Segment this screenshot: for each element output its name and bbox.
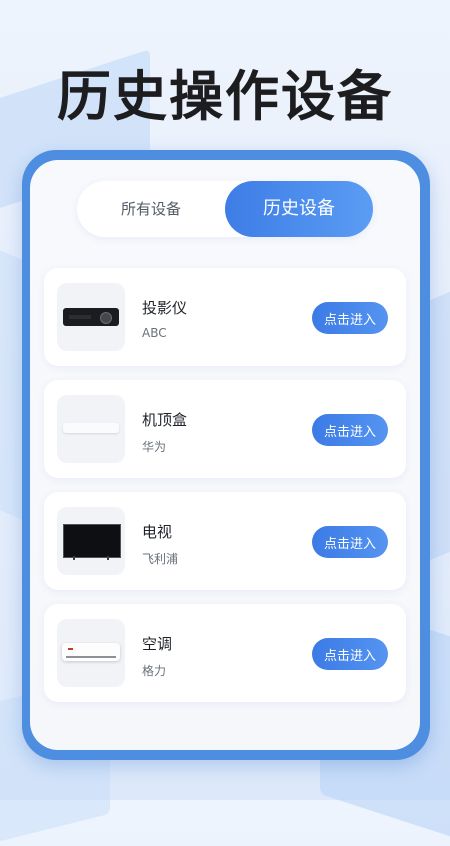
device-name: 空调 <box>142 635 173 653</box>
enter-button[interactable]: 点击进入 <box>312 638 388 670</box>
device-card[interactable]: 电视 飞利浦 点击进入 <box>44 492 406 590</box>
device-card[interactable]: 空调 格力 点击进入 <box>44 604 406 702</box>
tab-history-devices[interactable]: 历史设备 <box>225 181 373 237</box>
tab-all-devices[interactable]: 所有设备 <box>77 181 225 237</box>
enter-button[interactable]: 点击进入 <box>312 414 388 446</box>
device-name: 机顶盒 <box>142 411 188 429</box>
device-brand: 格力 <box>142 664 167 678</box>
projector-icon <box>57 283 125 351</box>
device-brand: 华为 <box>142 440 167 454</box>
set-top-box-icon <box>57 395 125 463</box>
enter-button[interactable]: 点击进入 <box>312 302 388 334</box>
device-brand: 飞利浦 <box>142 552 179 566</box>
device-card[interactable]: 投影仪 ABC 点击进入 <box>44 268 406 366</box>
device-brand: ABC <box>142 326 167 340</box>
device-name: 投影仪 <box>142 299 188 317</box>
tab-bar: 所有设备 历史设备 <box>77 181 373 237</box>
enter-button[interactable]: 点击进入 <box>312 526 388 558</box>
device-card[interactable]: 机顶盒 华为 点击进入 <box>44 380 406 478</box>
air-conditioner-icon <box>57 619 125 687</box>
device-name: 电视 <box>142 523 173 541</box>
page-title: 历史操作设备 <box>57 65 393 128</box>
tv-icon <box>57 507 125 575</box>
